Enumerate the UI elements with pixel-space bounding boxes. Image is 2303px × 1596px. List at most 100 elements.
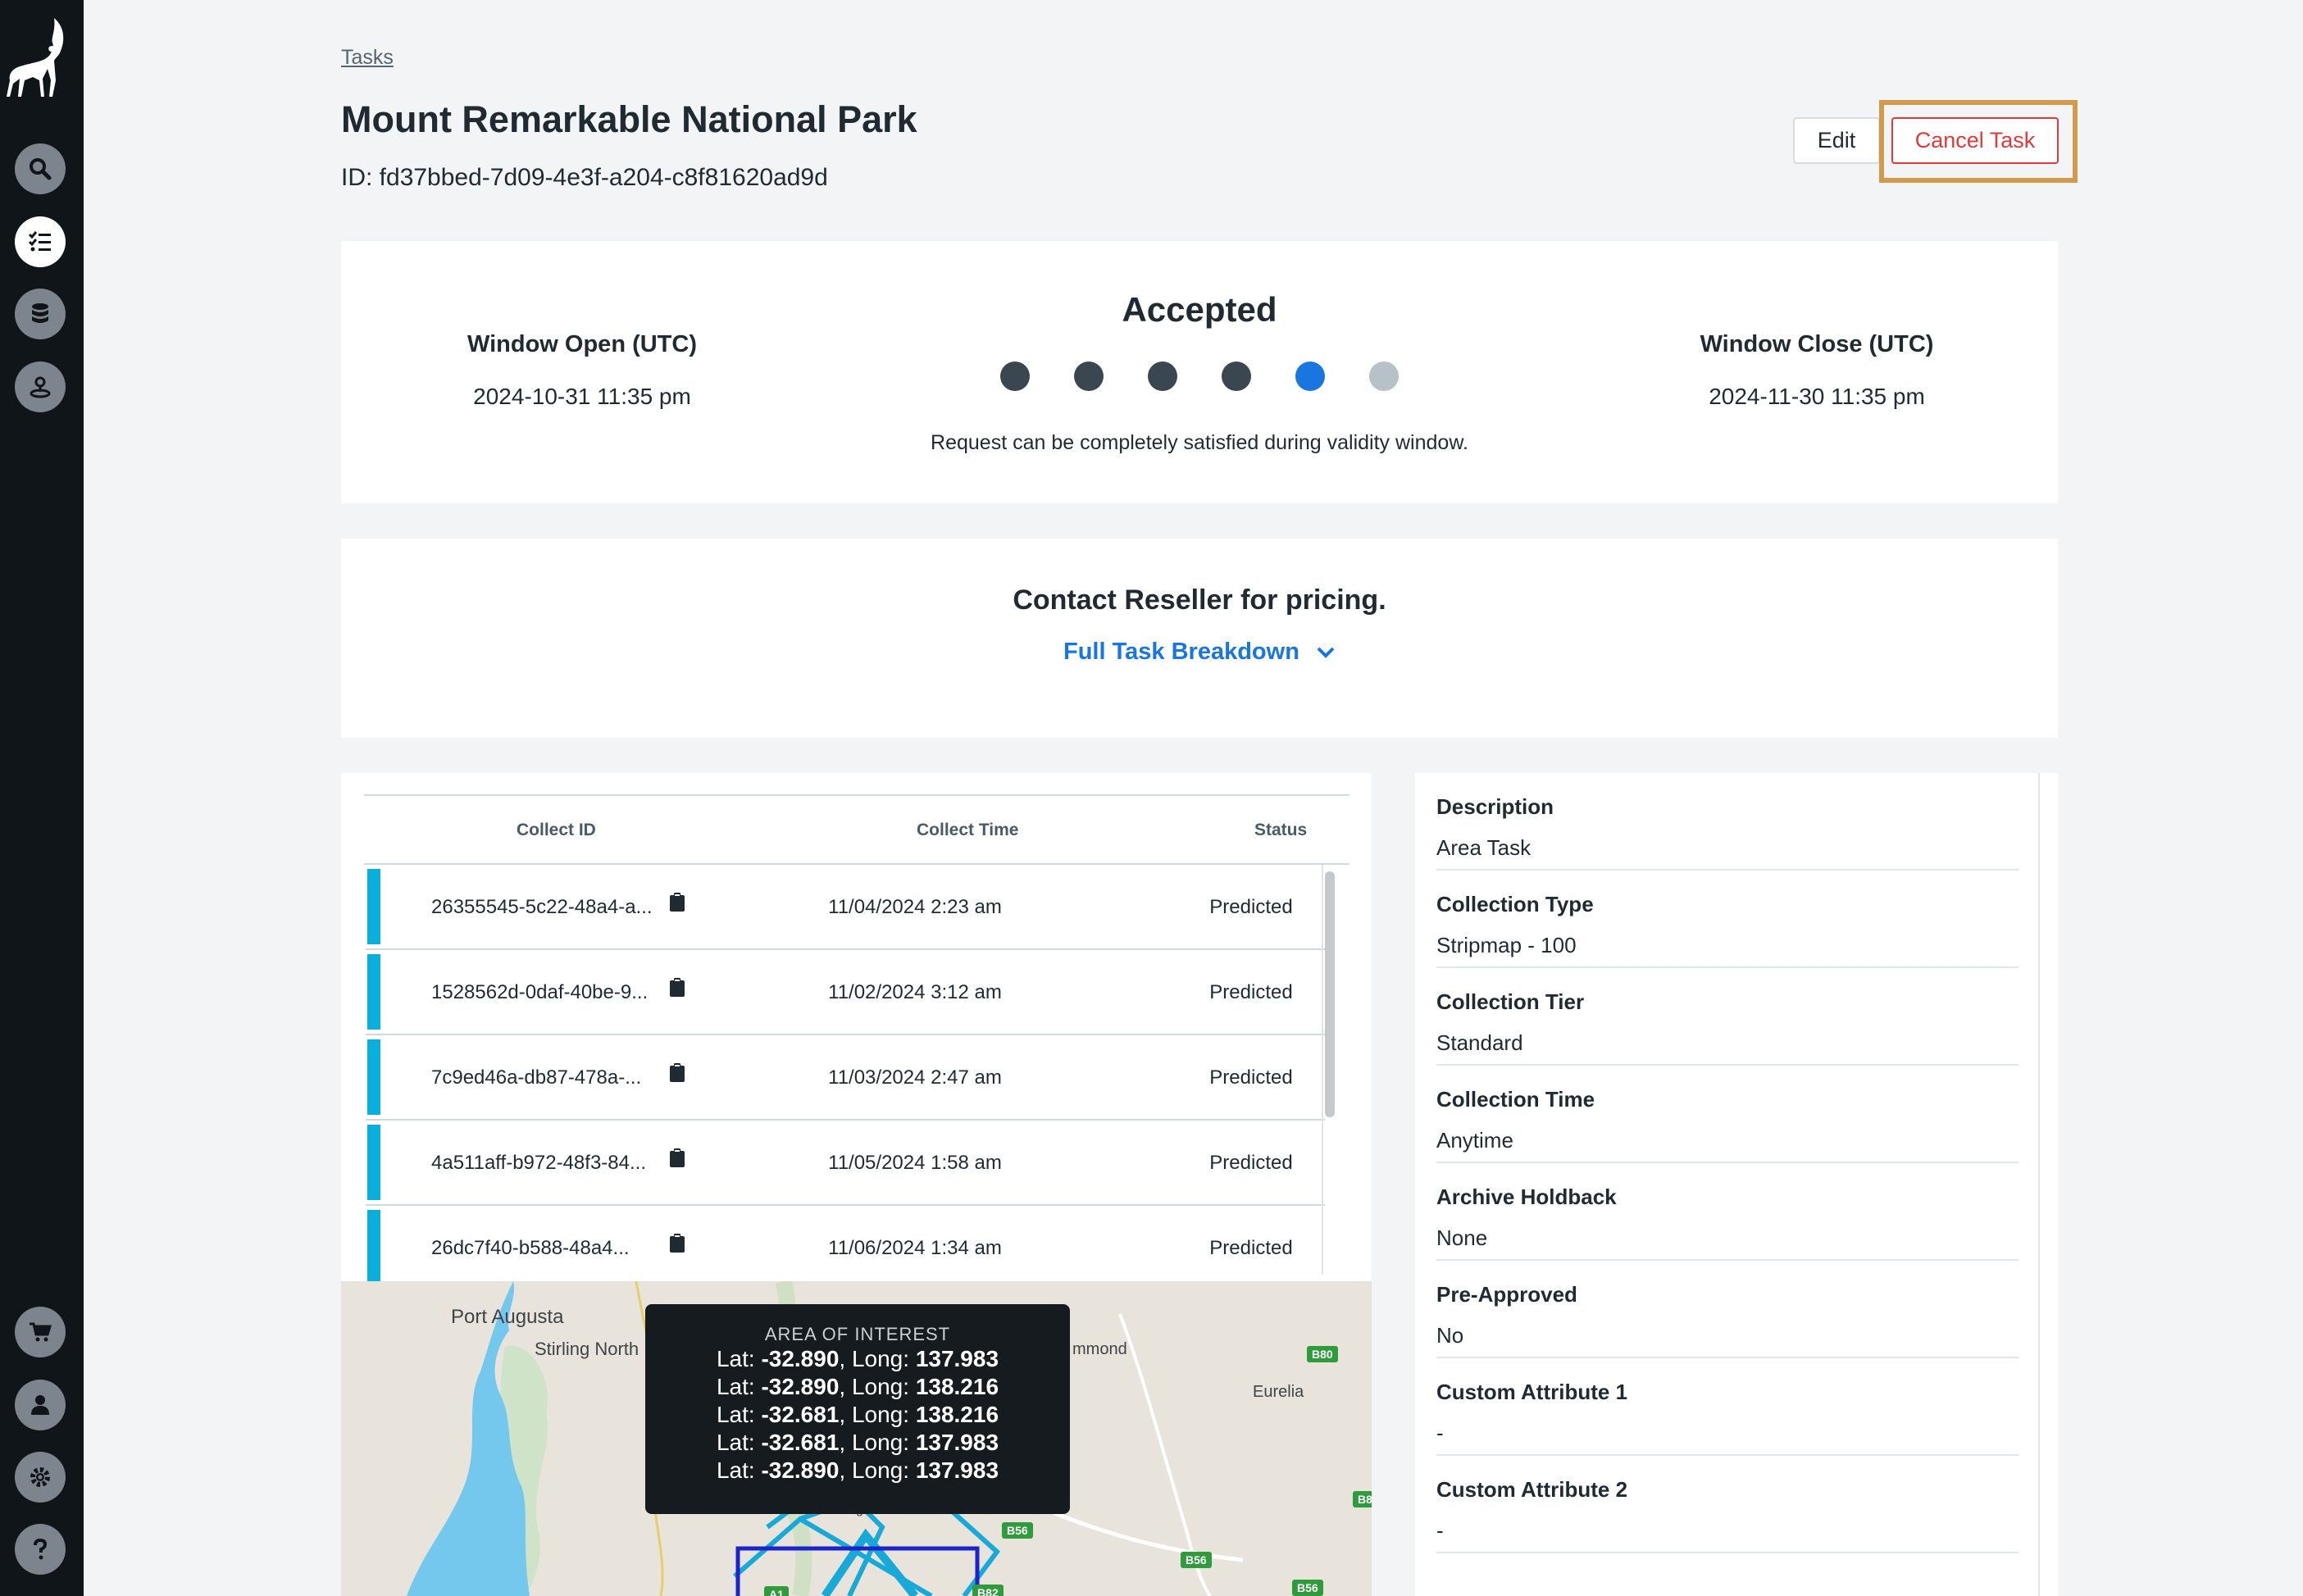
detail-label: Collection Time <box>1436 1087 1595 1112</box>
detail-label: Custom Attribute 1 <box>1436 1380 1628 1404</box>
detail-label: Description <box>1436 794 1554 819</box>
detail-item: Custom Attribute 2 - <box>1436 1456 2019 1553</box>
full-task-breakdown-toggle[interactable]: Full Task Breakdown <box>341 639 2058 666</box>
table-row[interactable]: 4a511aff-b972-48f3-84... 11/05/2024 1:58… <box>366 1121 1325 1206</box>
main-content: Tasks Mount Remarkable National Park ID:… <box>84 0 2303 1596</box>
table-row[interactable]: 1528562d-0daf-40be-9... 11/02/2024 3:12 … <box>366 950 1325 1035</box>
nav-data[interactable] <box>15 289 66 339</box>
detail-item: Pre-Approved No <box>1436 1261 2019 1358</box>
aoi-point: Lat: -32.681, Long: 137.983 <box>716 1430 999 1455</box>
collect-time: 11/03/2024 2:47 am <box>828 1066 1002 1089</box>
cancel-task-button[interactable]: Cancel Task <box>1891 117 2059 164</box>
detail-item: Archive Holdback None <box>1436 1163 2019 1261</box>
detail-value: None <box>1436 1225 1488 1250</box>
column-header-collect-time[interactable]: Collect Time <box>917 821 1018 840</box>
progress-step <box>1148 361 1177 391</box>
map-place-label: Eurelia <box>1253 1383 1304 1401</box>
table-row[interactable]: 26dc7f40-b588-48a4... 11/06/2024 1:34 am… <box>366 1206 1325 1281</box>
detail-item: Collection Type Stripmap - 100 <box>1436 871 2019 968</box>
task-map[interactable]: Port Augusta Stirling North mmond Eureli… <box>341 1281 1372 1596</box>
detail-value: Standard <box>1436 1030 1523 1055</box>
row-color-bar <box>367 1125 380 1200</box>
edit-button[interactable]: Edit <box>1793 117 1880 164</box>
detail-value: No <box>1436 1323 1464 1348</box>
row-color-bar <box>367 1210 380 1281</box>
collect-status: Predicted <box>1209 981 1293 1003</box>
road-badge: B56 <box>1002 1522 1033 1539</box>
collect-id: 26dc7f40-b588-48a4... <box>431 1237 630 1259</box>
database-icon <box>32 303 48 323</box>
nav-cart[interactable] <box>15 1307 66 1357</box>
cart-icon <box>30 1322 52 1342</box>
status-description: Request can be completely satisfied duri… <box>931 431 1468 454</box>
details-scrollbar[interactable] <box>2038 773 2058 1596</box>
clipboard-icon[interactable] <box>669 1234 685 1253</box>
sidebar <box>0 0 84 1596</box>
detail-label: Custom Attribute 2 <box>1436 1477 1628 1502</box>
collect-time: 11/02/2024 3:12 am <box>828 981 1002 1003</box>
column-header-status[interactable]: Status <box>1254 821 1307 840</box>
status-label: Accepted <box>1122 290 1277 329</box>
window-close-value: 2024-11-30 11:35 pm <box>1709 384 1925 409</box>
aoi-point: Lat: -32.681, Long: 138.216 <box>716 1402 999 1427</box>
road-badge: B82 <box>972 1585 1004 1596</box>
nav-tasks[interactable] <box>15 216 66 267</box>
help-icon <box>34 1538 48 1560</box>
gear-icon <box>30 1467 50 1487</box>
collects-table: Collect ID Collect Time Status 26355545-… <box>341 773 1372 1281</box>
clipboard-icon[interactable] <box>669 978 685 998</box>
detail-item: Description Area Task <box>1436 773 2019 871</box>
nav-location[interactable] <box>15 361 66 412</box>
window-close-label: Window Close (UTC) <box>1700 331 1934 357</box>
clipboard-icon[interactable] <box>669 1063 685 1083</box>
aoi-tooltip: AREA OF INTEREST Lat: -32.890, Long: 137… <box>645 1304 1070 1514</box>
progress-step <box>1369 361 1399 391</box>
nav-search[interactable] <box>15 143 66 194</box>
road-badge: B56 <box>1181 1552 1212 1568</box>
breadcrumb-tasks-link[interactable]: Tasks <box>341 46 394 70</box>
ibex-logo-icon[interactable] <box>7 15 74 100</box>
collect-time: 11/04/2024 2:23 am <box>828 896 1002 918</box>
nav-account[interactable] <box>15 1380 66 1430</box>
location-pin-icon <box>30 376 51 398</box>
collect-id: 4a511aff-b972-48f3-84... <box>431 1152 646 1174</box>
map-place-label: Port Augusta <box>451 1306 564 1328</box>
table-row[interactable]: 7c9ed46a-db87-478a-... 11/03/2024 2:47 a… <box>366 1035 1325 1121</box>
status-progress <box>1000 361 1399 391</box>
window-open-value: 2024-10-31 11:35 pm <box>473 384 691 409</box>
table-row[interactable]: 26355545-5c22-48a4-a... 11/04/2024 2:23 … <box>366 865 1325 950</box>
task-list-icon <box>28 231 51 252</box>
detail-label: Archive Holdback <box>1436 1184 1617 1209</box>
collect-id: 7c9ed46a-db87-478a-... <box>431 1066 642 1089</box>
table-scrollbar-thumb[interactable] <box>1325 871 1335 1117</box>
nav-settings[interactable] <box>15 1452 66 1503</box>
map-place-label: Stirling North <box>535 1339 639 1359</box>
column-header-collect-id[interactable]: Collect ID <box>517 821 596 840</box>
window-open-label: Window Open (UTC) <box>467 331 698 357</box>
pricing-text: Contact Reseller for pricing. <box>1013 584 1386 616</box>
user-icon <box>31 1395 49 1415</box>
detail-item: Collection Tier Standard <box>1436 968 2019 1066</box>
detail-label: Pre-Approved <box>1436 1282 1577 1307</box>
detail-label: Collection Type <box>1436 892 1594 916</box>
aoi-point: Lat: -32.890, Long: 138.216 <box>716 1374 999 1399</box>
nav-help[interactable] <box>15 1524 66 1575</box>
aoi-point: Lat: -32.890, Long: 137.983 <box>716 1346 999 1371</box>
collect-id: 26355545-5c22-48a4-a... <box>431 896 653 918</box>
progress-step-current <box>1295 361 1325 391</box>
clipboard-icon[interactable] <box>669 1148 685 1168</box>
collect-status: Predicted <box>1209 1152 1293 1174</box>
collect-time: 11/06/2024 1:34 am <box>828 1237 1002 1259</box>
collect-status: Predicted <box>1209 1066 1293 1089</box>
road-badge: B80 <box>1307 1346 1338 1362</box>
map-place-label: mmond <box>1072 1340 1127 1358</box>
detail-value: - <box>1436 1518 1444 1543</box>
collects-rows: 26355545-5c22-48a4-a... 11/04/2024 2:23 … <box>341 865 1372 1281</box>
divider <box>364 794 1349 796</box>
row-color-bar <box>367 1039 380 1115</box>
detail-value: Area Task <box>1436 835 1532 860</box>
clipboard-icon[interactable] <box>669 893 685 912</box>
collect-status: Predicted <box>1209 1237 1293 1259</box>
collect-time: 11/05/2024 1:58 am <box>828 1152 1002 1174</box>
aoi-title: AREA OF INTEREST <box>764 1324 951 1344</box>
